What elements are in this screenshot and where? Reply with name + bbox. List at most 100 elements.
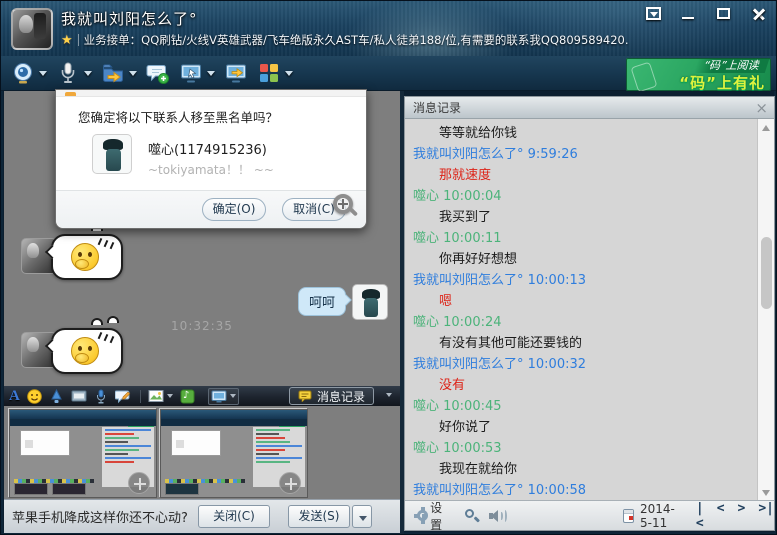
history-sender: 噬心 10:00:24 <box>413 315 502 330</box>
film-button[interactable] <box>71 389 87 403</box>
ad-line2: “码”上有礼 <box>679 74 765 91</box>
outgoing-message-text: 呵呵 <box>309 296 336 311</box>
history-close-icon[interactable]: × <box>755 98 768 118</box>
remote-assistance-dropdown-icon[interactable] <box>207 70 215 76</box>
video-call-dropdown-icon[interactable] <box>39 70 47 76</box>
titter-emoji-icon <box>71 243 99 271</box>
message-history-toggle-label: 消息记录 <box>316 389 365 404</box>
contact-avatar[interactable] <box>11 8 53 50</box>
titter-emoji-icon <box>71 337 99 365</box>
history-panel-footer: 设置 2014-5-11 |< < > >| <box>405 499 774 533</box>
history-panel-header: 消息记录 × <box>405 97 774 119</box>
scroll-up-icon[interactable] <box>762 125 770 131</box>
attachment-thumbnail[interactable] <box>160 409 308 498</box>
attachment-thumbnail[interactable] <box>9 409 157 498</box>
screen-share-button[interactable] <box>224 61 248 85</box>
doodle-icon <box>107 316 119 323</box>
calendar-icon[interactable] <box>623 508 634 523</box>
music-button[interactable]: ♪ <box>180 389 201 404</box>
message-history-panel: 消息记录 × 等等就给你钱 我就叫刘阳怎么了° 9:59:26 那就速度 噬心 … <box>404 96 775 533</box>
composer-bottom-bar: 苹果手机降成这样你还不心动? 关闭(C) 发送(S) <box>4 499 400 533</box>
history-sender: 噬心 10:00:11 <box>413 231 502 246</box>
contact-avatar-thumb <box>92 134 132 174</box>
title-bar: 我就叫刘阳怎么了° ★ 业务接单：QQ刷钻/火线V英雄武器/飞车绝版永久AST车… <box>1 1 776 56</box>
prev-page-button[interactable]: < <box>717 501 725 531</box>
history-message: 等等就给你钱 <box>439 126 518 141</box>
history-bubble-icon <box>298 390 312 402</box>
history-message: 嗯 <box>439 294 453 309</box>
screen-capture-dropdown-icon[interactable] <box>230 394 237 398</box>
close-button[interactable] <box>748 6 770 22</box>
history-sender: 我就叫刘阳怎么了° 10:00:13 <box>413 273 587 288</box>
first-page-button[interactable]: |< <box>696 501 704 531</box>
incoming-sticker-bubble <box>44 316 123 374</box>
outgoing-message-bubble: 呵呵 <box>298 287 352 316</box>
zoom-overlay-icon <box>279 472 301 494</box>
contact-name: 噬心(1174915236) <box>148 143 267 158</box>
voice-message-button[interactable] <box>94 389 108 404</box>
change-skin-button[interactable] <box>643 6 665 22</box>
voice-call-dropdown-icon[interactable] <box>84 70 92 76</box>
history-scrollbar[interactable] <box>757 119 774 502</box>
history-button-dropdown-icon[interactable] <box>386 393 392 397</box>
message-history-toggle-button[interactable]: 消息记录 <box>288 387 374 405</box>
history-sender: 我就叫刘阳怎么了° 10:00:58 <box>413 483 587 498</box>
font-icon: A <box>9 387 20 404</box>
next-page-button[interactable]: > <box>738 501 746 531</box>
send-options-dropdown[interactable] <box>352 505 372 528</box>
self-avatar[interactable] <box>352 284 388 320</box>
history-sender: 我就叫刘阳怎么了° 10:00:32 <box>413 357 587 372</box>
history-message: 我现在就给你 <box>439 462 518 477</box>
send-button[interactable]: 发送(S) <box>288 505 350 528</box>
composer-input-area[interactable] <box>4 406 400 499</box>
voice-call-button[interactable] <box>56 61 92 85</box>
phone-sketch-icon <box>630 61 658 91</box>
minimize-button[interactable] <box>678 6 700 22</box>
send-image-button[interactable] <box>148 389 173 403</box>
edit-bubble-button[interactable] <box>114 389 131 404</box>
window-shake-button[interactable] <box>49 388 64 404</box>
history-sender: 噬心 10:00:53 <box>413 441 502 456</box>
speaker-icon[interactable] <box>489 508 508 524</box>
last-page-button[interactable]: >| <box>758 501 774 531</box>
zoom-overlay-icon <box>128 472 150 494</box>
apps-button[interactable] <box>257 61 293 85</box>
video-call-button[interactable] <box>11 61 47 85</box>
history-panel-title: 消息记录 <box>413 101 462 115</box>
maximize-button[interactable] <box>713 6 735 22</box>
contact-signature: ~tokiyamata！！ ~~ <box>148 163 274 177</box>
history-sender: 噬心 10:00:04 <box>413 189 502 204</box>
incoming-sticker-bubble <box>44 222 123 280</box>
history-message: 好你说了 <box>439 420 492 435</box>
history-message-list[interactable]: 等等就给你钱 我就叫刘阳怎么了° 9:59:26 那就速度 噬心 10:00:0… <box>405 119 757 502</box>
contact-name-title: 我就叫刘阳怎么了° <box>61 10 198 28</box>
apps-dropdown-icon[interactable] <box>285 70 293 76</box>
create-group-button[interactable] <box>146 61 170 85</box>
qq-chat-window: 我就叫刘阳怎么了° ★ 业务接单：QQ刷钻/火线V英雄武器/飞车绝版永久AST车… <box>0 0 777 535</box>
send-image-dropdown-icon[interactable] <box>166 394 173 398</box>
dialog-clipped-titlebar <box>56 90 366 97</box>
send-file-button[interactable] <box>101 61 137 85</box>
vip-star-icon: ★ <box>61 32 73 48</box>
scroll-down-icon[interactable] <box>762 490 770 496</box>
scrollbar-thumb[interactable] <box>760 237 772 309</box>
blacklist-confirm-dialog: 您确定将以下联系人移至黑名单吗？ 噬心(1174915236) ~tokiyam… <box>55 89 367 229</box>
history-date[interactable]: 2014-5-11 <box>640 502 682 530</box>
emoticon-button[interactable] <box>27 388 42 404</box>
contact-signature-status: 业务接单：QQ刷钻/火线V英雄武器/飞车绝版永久AST车/私人徒弟188/位,有… <box>83 33 629 47</box>
font-style-button[interactable]: A <box>9 387 20 404</box>
gear-icon[interactable] <box>414 507 428 524</box>
draft-message-text[interactable]: 苹果手机降成这样你还不心动? <box>12 507 188 526</box>
send-file-dropdown-icon[interactable] <box>129 70 137 76</box>
close-chat-button[interactable]: 关闭(C) <box>198 505 270 528</box>
settings-button[interactable]: 设置 <box>430 499 446 533</box>
remote-assistance-button[interactable] <box>179 61 215 85</box>
composer-toolbar: A ♪ 消息记录 <box>4 386 400 406</box>
confirm-button[interactable]: 确定(O) <box>202 198 266 221</box>
search-icon[interactable] <box>464 508 481 524</box>
qr-ad-banner[interactable]: “码”上阅读 “码”上有礼 <box>626 58 771 91</box>
dialog-question: 您确定将以下联系人移至黑名单吗？ <box>78 110 279 125</box>
zoom-in-cursor-icon <box>333 194 359 220</box>
separator <box>77 34 79 46</box>
screen-capture-button[interactable] <box>208 387 240 405</box>
